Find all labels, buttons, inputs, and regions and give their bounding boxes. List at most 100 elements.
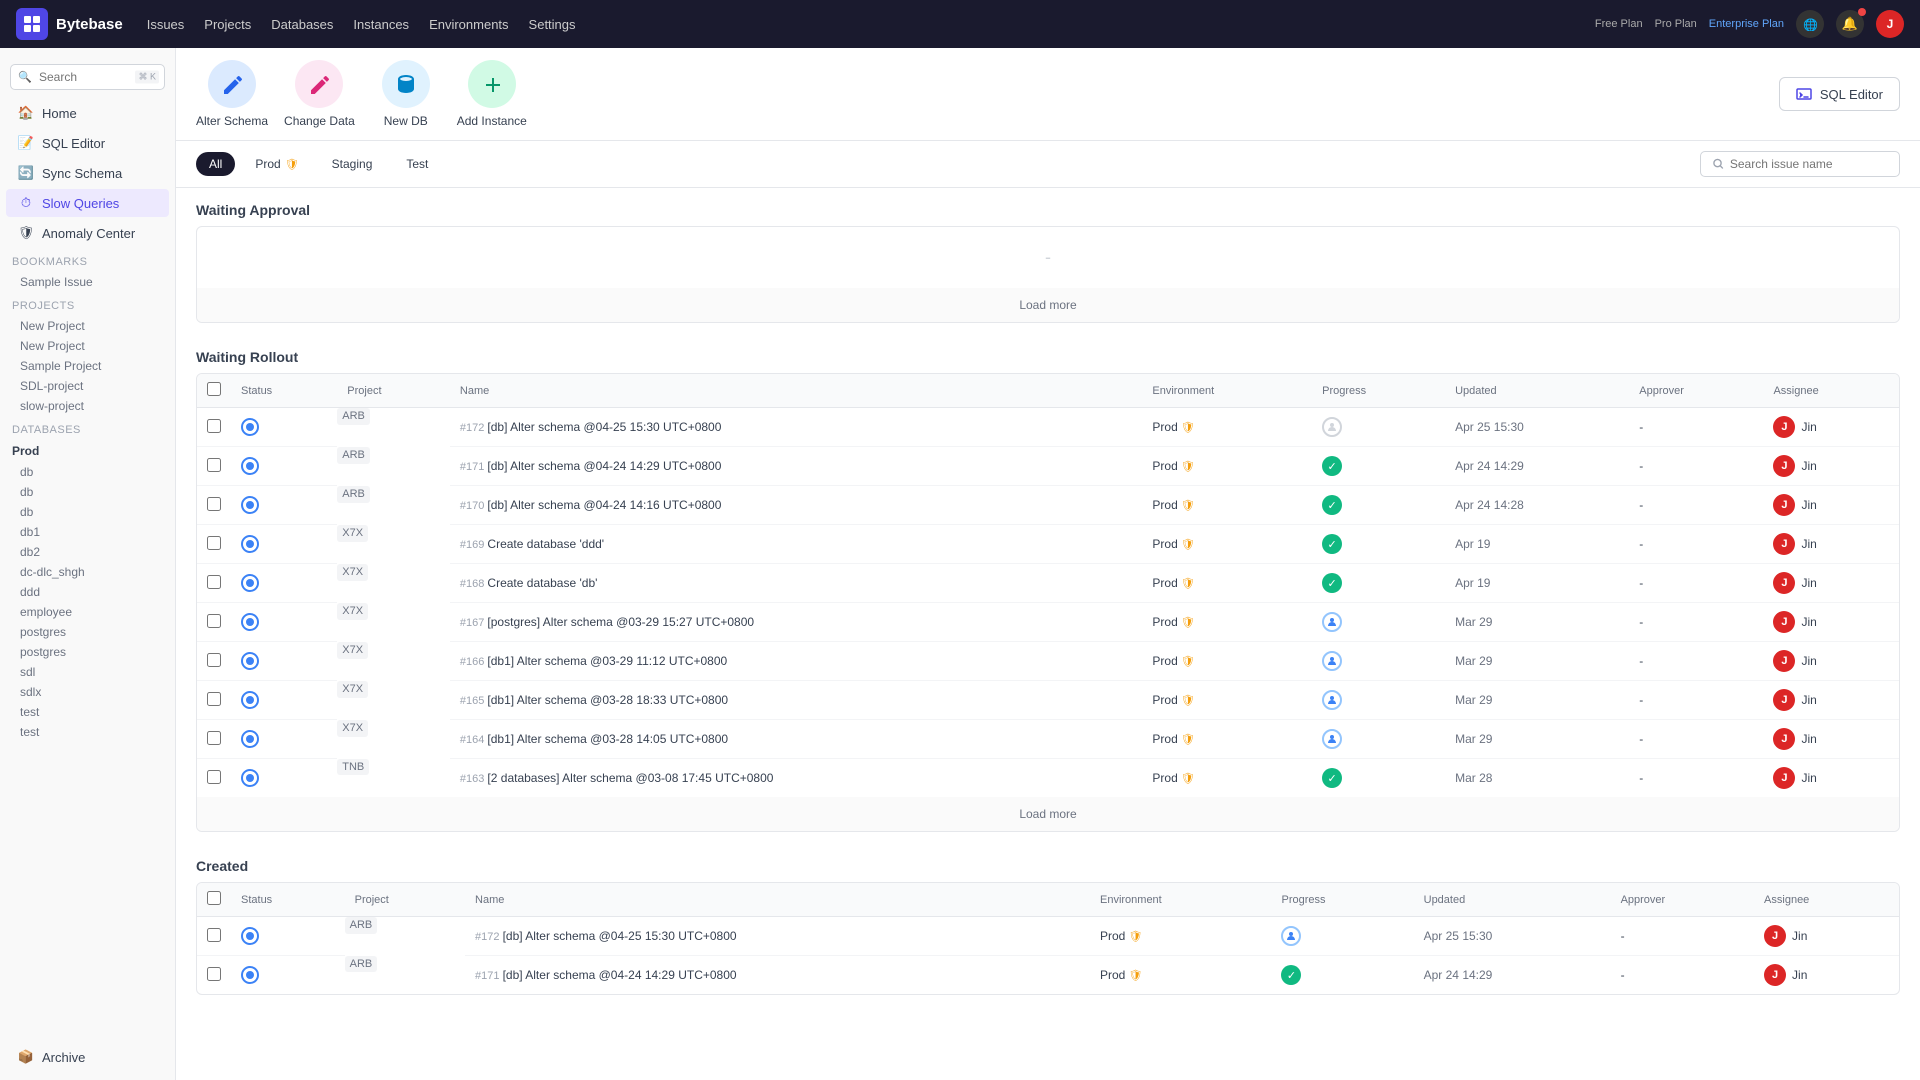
row-name[interactable]: #171 [db] Alter schema @04-24 14:29 UTC+… xyxy=(450,447,1143,486)
sidebar-item-sql-editor[interactable]: 📝 SQL Editor xyxy=(6,129,169,157)
sql-editor-button[interactable]: SQL Editor xyxy=(1779,77,1900,111)
row-name[interactable]: #170 [db] Alter schema @04-24 14:16 UTC+… xyxy=(450,486,1143,525)
sidebar: 🔍 ⌘ K 🏠 Home 📝 SQL Editor 🔄 Sync Schema … xyxy=(0,48,176,1080)
bookmark-sample-issue[interactable]: Sample Issue xyxy=(0,272,175,292)
filter-test-button[interactable]: Test xyxy=(393,152,441,176)
env-shield-icon: 🛡 xyxy=(1181,772,1195,785)
db-db-3[interactable]: db xyxy=(0,502,175,522)
filter-prod-button[interactable]: Prod 🛡 xyxy=(243,153,310,175)
db-postgres-1[interactable]: postgres xyxy=(0,622,175,642)
table-row[interactable]: ARB #171 [db] Alter schema @04-24 14:29 … xyxy=(197,447,1899,486)
table-row[interactable]: ARB #172 [db] Alter schema @04-25 15:30 … xyxy=(197,408,1899,447)
translate-icon[interactable]: 🌐 xyxy=(1796,10,1824,38)
sidebar-item-sync-schema[interactable]: 🔄 Sync Schema xyxy=(6,159,169,187)
table-row[interactable]: X7X #168 Create database 'db' Prod 🛡 ✓ A… xyxy=(197,564,1899,603)
change-data-button[interactable]: Change Data xyxy=(284,60,355,128)
row-approver: - xyxy=(1629,642,1763,681)
table-row[interactable]: X7X #165 [db1] Alter schema @03-28 18:33… xyxy=(197,681,1899,720)
project-new-2[interactable]: New Project xyxy=(0,336,175,356)
db-postgres-2[interactable]: postgres xyxy=(0,642,175,662)
table-row[interactable]: X7X #164 [db1] Alter schema @03-28 14:05… xyxy=(197,720,1899,759)
db-employee[interactable]: employee xyxy=(0,602,175,622)
user-avatar[interactable]: J xyxy=(1876,10,1904,38)
row-project: X7X xyxy=(337,603,368,620)
rollout-select-all[interactable] xyxy=(207,382,221,396)
search-issue-input[interactable] xyxy=(1730,157,1887,171)
sidebar-item-anomaly-center[interactable]: 🛡 Anomaly Center xyxy=(6,219,169,247)
row-name[interactable]: #165 [db1] Alter schema @03-28 18:33 UTC… xyxy=(450,681,1143,720)
row-checkbox[interactable] xyxy=(207,653,221,667)
db-db-2[interactable]: db xyxy=(0,482,175,502)
db-ddd[interactable]: ddd xyxy=(0,582,175,602)
table-row[interactable]: X7X #169 Create database 'ddd' Prod 🛡 ✓ … xyxy=(197,525,1899,564)
row-name[interactable]: #172 [db] Alter schema @04-25 15:30 UTC+… xyxy=(450,408,1143,447)
row-checkbox[interactable] xyxy=(207,419,221,433)
row-checkbox[interactable] xyxy=(207,614,221,628)
row-updated: Apr 24 14:29 xyxy=(1445,447,1629,486)
filter-staging-button[interactable]: Staging xyxy=(319,152,386,176)
db-test-2[interactable]: test xyxy=(0,722,175,742)
nav-settings[interactable]: Settings xyxy=(529,17,576,32)
row-checkbox[interactable] xyxy=(207,928,221,942)
nav-instances[interactable]: Instances xyxy=(353,17,409,32)
logo[interactable]: Bytebase xyxy=(16,8,123,40)
row-checkbox[interactable] xyxy=(207,575,221,589)
new-db-button[interactable]: New DB xyxy=(371,60,441,128)
notification-icon[interactable]: 🔔 xyxy=(1836,10,1864,38)
sidebar-item-slow-label: Slow Queries xyxy=(42,196,119,211)
search-issue-container[interactable] xyxy=(1700,151,1900,177)
row-name[interactable]: #167 [postgres] Alter schema @03-29 15:2… xyxy=(450,603,1143,642)
nav-environments[interactable]: Environments xyxy=(429,17,508,32)
row-checkbox[interactable] xyxy=(207,731,221,745)
waiting-approval-load-more[interactable]: Load more xyxy=(197,288,1899,322)
db-db2[interactable]: db2 xyxy=(0,542,175,562)
row-checkbox[interactable] xyxy=(207,967,221,981)
row-checkbox[interactable] xyxy=(207,692,221,706)
row-checkbox[interactable] xyxy=(207,536,221,550)
status-dot xyxy=(246,579,254,587)
row-name[interactable]: #168 Create database 'db' xyxy=(450,564,1143,603)
col-progress: Progress xyxy=(1312,374,1445,408)
add-instance-button[interactable]: Add Instance xyxy=(457,60,527,128)
row-name[interactable]: #171 [db] Alter schema @04-24 14:29 UTC+… xyxy=(465,956,1090,995)
row-name[interactable]: #172 [db] Alter schema @04-25 15:30 UTC+… xyxy=(465,917,1090,956)
table-row[interactable]: X7X #166 [db1] Alter schema @03-29 11:12… xyxy=(197,642,1899,681)
row-checkbox[interactable] xyxy=(207,770,221,784)
table-row[interactable]: ARB #172 [db] Alter schema @04-25 15:30 … xyxy=(197,917,1899,956)
filter-all-button[interactable]: All xyxy=(196,152,235,176)
project-sample[interactable]: Sample Project xyxy=(0,356,175,376)
row-name[interactable]: #163 [2 databases] Alter schema @03-08 1… xyxy=(450,759,1143,798)
table-row[interactable]: ARB #171 [db] Alter schema @04-24 14:29 … xyxy=(197,956,1899,995)
alter-schema-button[interactable]: Alter Schema xyxy=(196,60,268,128)
nav-issues[interactable]: Issues xyxy=(147,17,185,32)
row-name[interactable]: #166 [db1] Alter schema @03-29 11:12 UTC… xyxy=(450,642,1143,681)
sidebar-item-slow-queries[interactable]: ⏱ Slow Queries xyxy=(6,189,169,217)
row-progress xyxy=(1312,720,1445,759)
sidebar-item-archive[interactable]: 📦 Archive xyxy=(6,1043,169,1071)
db-dc-dlc[interactable]: dc-dlc_shgh xyxy=(0,562,175,582)
db-test-1[interactable]: test xyxy=(0,702,175,722)
waiting-rollout-title: Waiting Rollout xyxy=(196,335,1900,373)
row-project: X7X xyxy=(337,681,368,698)
row-checkbox[interactable] xyxy=(207,458,221,472)
nav-databases[interactable]: Databases xyxy=(271,17,333,32)
project-slow[interactable]: slow-project xyxy=(0,396,175,416)
table-row[interactable]: ARB #170 [db] Alter schema @04-24 14:16 … xyxy=(197,486,1899,525)
project-sdl[interactable]: SDL-project xyxy=(0,376,175,396)
row-name[interactable]: #169 Create database 'ddd' xyxy=(450,525,1143,564)
row-checkbox[interactable] xyxy=(207,497,221,511)
table-row[interactable]: TNB #163 [2 databases] Alter schema @03-… xyxy=(197,759,1899,798)
progress-user-icon xyxy=(1322,612,1342,632)
nav-projects[interactable]: Projects xyxy=(204,17,251,32)
db-db-1[interactable]: db xyxy=(0,462,175,482)
db-db1[interactable]: db1 xyxy=(0,522,175,542)
db-sdl[interactable]: sdl xyxy=(0,662,175,682)
row-name[interactable]: #164 [db1] Alter schema @03-28 14:05 UTC… xyxy=(450,720,1143,759)
project-new-1[interactable]: New Project xyxy=(0,316,175,336)
enterprise-plan-label[interactable]: Enterprise Plan xyxy=(1709,18,1784,30)
table-row[interactable]: X7X #167 [postgres] Alter schema @03-29 … xyxy=(197,603,1899,642)
db-sdlx[interactable]: sdlx xyxy=(0,682,175,702)
waiting-rollout-load-more[interactable]: Load more xyxy=(197,797,1899,831)
created-select-all[interactable] xyxy=(207,891,221,905)
sidebar-item-home[interactable]: 🏠 Home xyxy=(6,99,169,127)
